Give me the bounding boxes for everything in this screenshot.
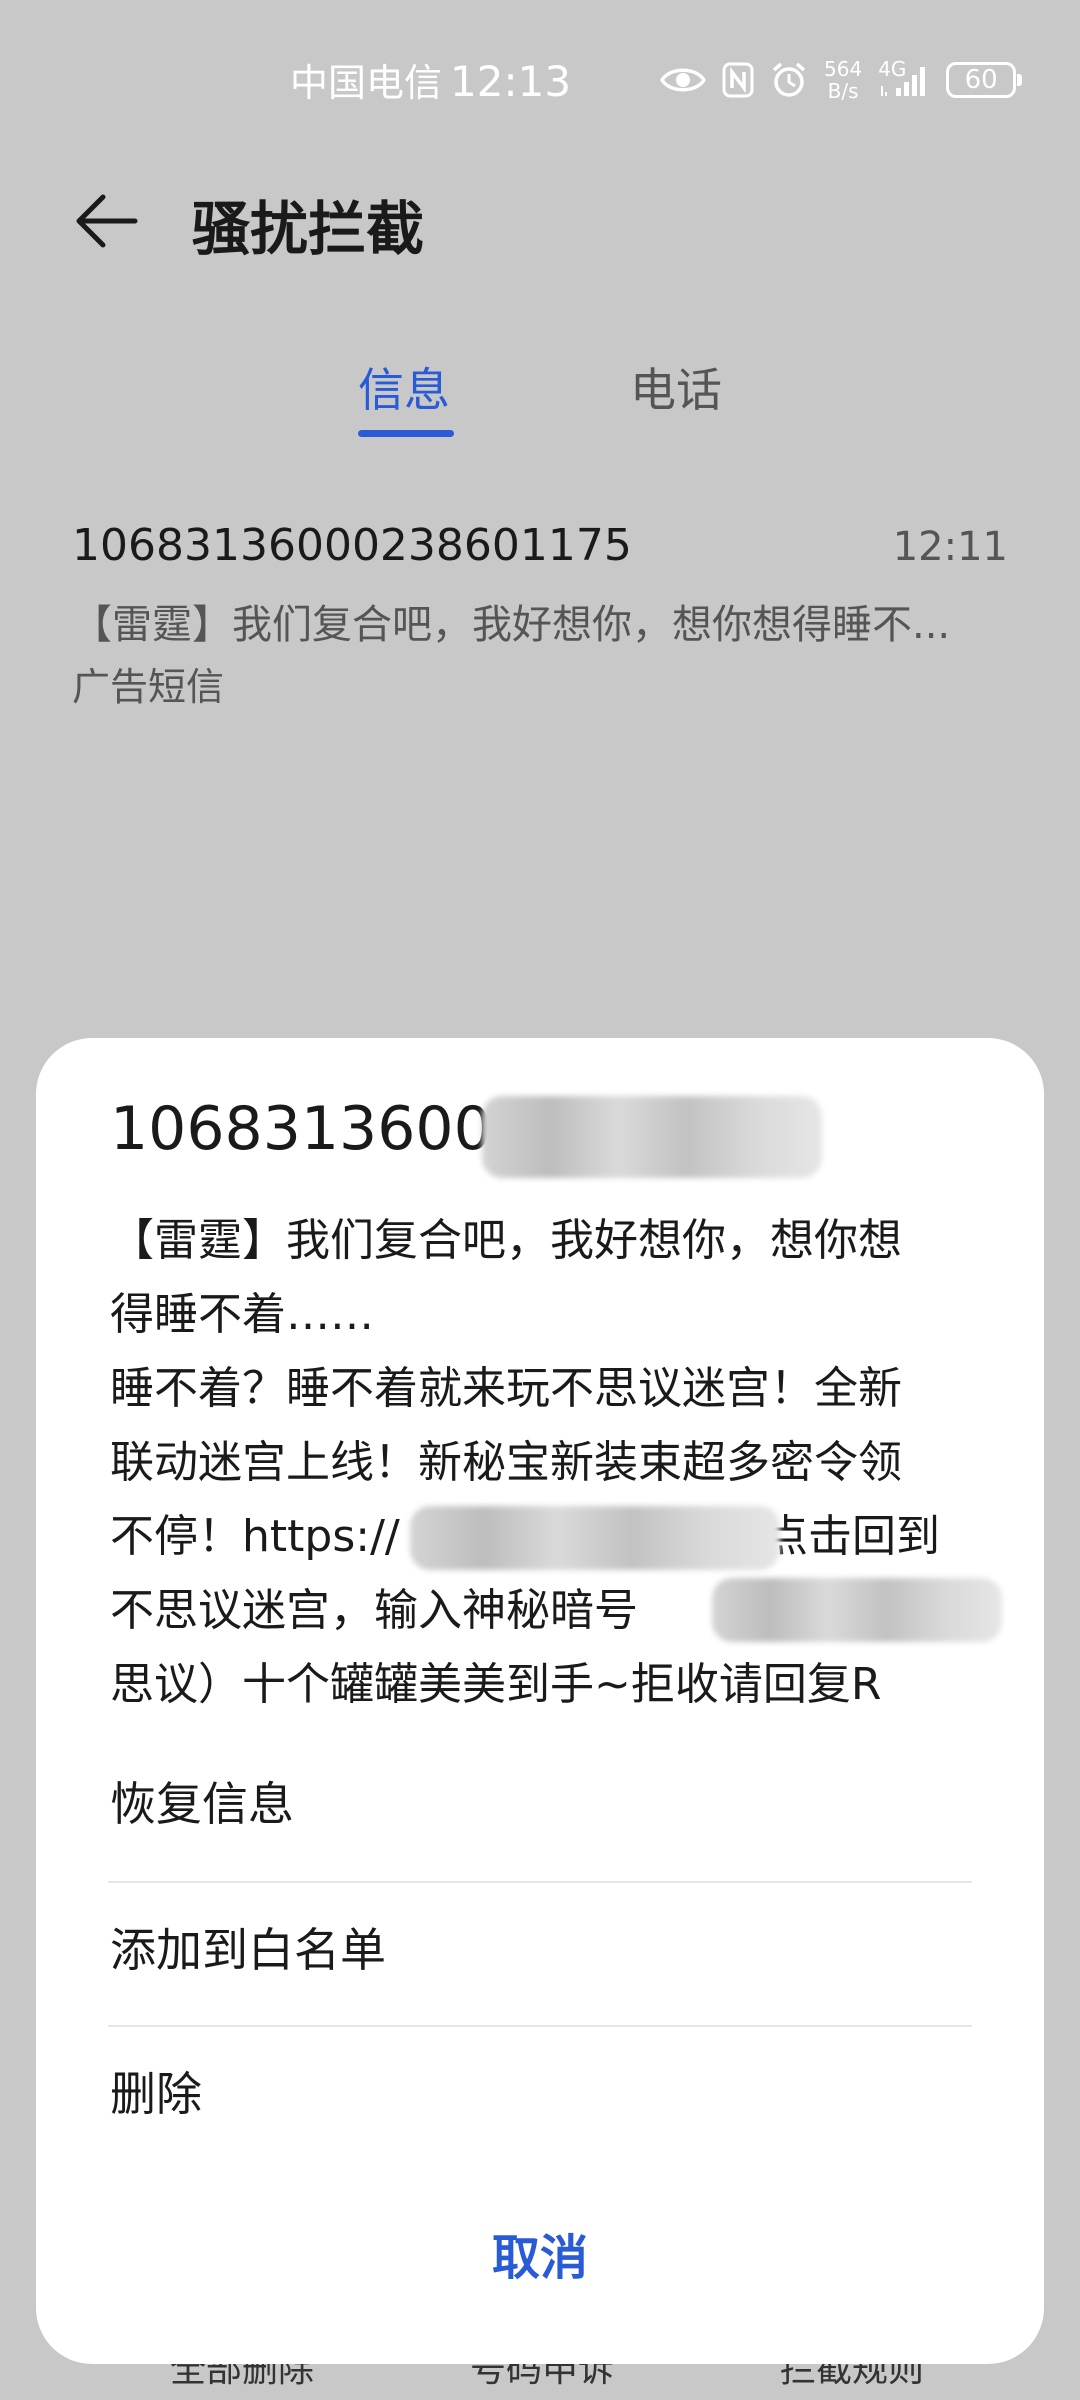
message-time: 12:11 [892, 524, 1008, 570]
message-line: 思议）十个罐罐美美到手~拒收请回复R [110, 1659, 882, 1710]
message-line: 联动迷宫上线！新秘宝新装束超多密令领 [110, 1437, 902, 1488]
tab-messages[interactable]: 信息 [358, 354, 450, 420]
carrier-name: 中国电信 [290, 61, 443, 105]
add-to-whitelist-button[interactable]: 添加到白名单 [110, 1914, 386, 1980]
net-speed-value: 564 [824, 57, 863, 81]
signal-icon: 4G [878, 58, 930, 98]
message-sender-number: 10683136000238601175 [72, 520, 632, 571]
status-bar: 中国电信 12:13 564 B/s 4G 60 [0, 0, 1080, 150]
status-left: 中国电信 12:13 [290, 52, 571, 107]
tab-indicator [358, 430, 454, 437]
cancel-button[interactable]: 取消 [36, 2218, 1044, 2288]
restore-message-button[interactable]: 恢复信息 [110, 1768, 294, 1834]
message-tag: 广告短信 [72, 665, 225, 709]
redacted-number-blur [482, 1096, 822, 1178]
tab-calls[interactable]: 电话 [630, 354, 722, 420]
back-button[interactable] [72, 186, 142, 256]
page-title: 骚扰拦截 [192, 195, 425, 263]
message-url-suffix: 点击回到 [764, 1511, 940, 1562]
redacted-url-blur [410, 1506, 780, 1570]
divider [108, 1881, 972, 1883]
alarm-icon [770, 61, 808, 99]
message-preview: 【雷霆】我们复合吧，我好想你，想你想得睡不... [72, 602, 951, 648]
eye-icon [660, 64, 706, 96]
message-line: 【雷霆】我们复合吧，我好想你，想你想 [110, 1215, 902, 1266]
battery-level: 60 [964, 65, 998, 95]
back-arrow-icon [76, 194, 138, 248]
sheet-sender-number: 10683136000 [110, 1094, 530, 1164]
message-body: 【雷霆】我们复合吧，我好想你，想你想 得睡不着…… 睡不着？睡不着就来玩不思议迷… [110, 1204, 1010, 1722]
screen: 中国电信 12:13 564 B/s 4G 60 骚扰拦截 信息 电话 1068… [0, 0, 1080, 2400]
net-speed: 564 B/s [824, 58, 862, 102]
battery-icon: 60 [946, 62, 1023, 98]
status-time: 12:13 [450, 57, 572, 106]
delete-button[interactable]: 删除 [110, 2058, 202, 2124]
nfc-icon [722, 62, 754, 98]
message-detail-sheet: 10683136000 【雷霆】我们复合吧，我好想你，想你想 得睡不着…… 睡不… [36, 1038, 1044, 2364]
net-speed-unit: B/s [827, 79, 859, 103]
redacted-code-blur [712, 1578, 1002, 1642]
message-url-prefix: 不停！https:// [110, 1511, 400, 1562]
status-right: 564 B/s 4G 60 [660, 50, 1023, 110]
divider [108, 2025, 972, 2027]
message-line: 睡不着？睡不着就来玩不思议迷宫！全新 [110, 1363, 902, 1414]
network-type: 4G [878, 57, 907, 81]
message-line: 得睡不着…… [110, 1289, 374, 1340]
